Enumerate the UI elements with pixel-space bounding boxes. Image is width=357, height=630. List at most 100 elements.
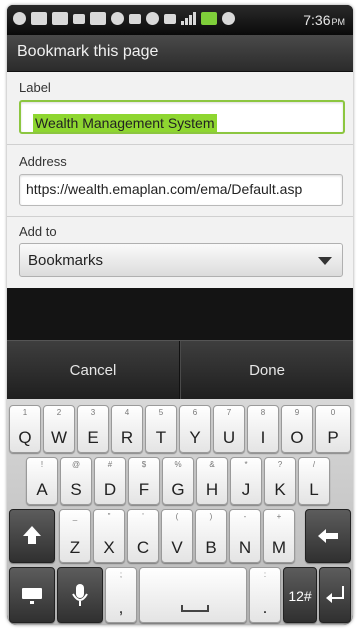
backspace-key[interactable] [305, 509, 351, 563]
key-i[interactable]: 8I [247, 405, 279, 453]
key-s[interactable]: @ S [60, 457, 92, 505]
key-label: I [260, 428, 266, 447]
key-hint: _ [72, 512, 78, 521]
key-hint: ; [119, 570, 123, 579]
key-c[interactable]: ' C [127, 509, 159, 563]
key-hint: % [174, 460, 182, 469]
key-label: V [171, 538, 183, 557]
key-x[interactable]: " X [93, 509, 125, 563]
key-label: D [103, 480, 117, 499]
addto-select[interactable]: Bookmarks [19, 243, 343, 277]
key-hint: * [244, 460, 248, 469]
battery-icon [201, 12, 217, 25]
key-e[interactable]: 3E [77, 405, 109, 453]
3g-icon [164, 13, 176, 24]
key-n[interactable]: -N [229, 509, 261, 563]
gps-icon [146, 12, 159, 25]
clock-ampm: PM [331, 17, 346, 27]
key-a[interactable]: ! A [26, 457, 58, 505]
label-caption: Label [19, 80, 51, 95]
status-bar: 7:36PM [7, 5, 353, 35]
space-key[interactable] [139, 567, 247, 623]
key-r[interactable]: 4R [111, 405, 143, 453]
keyboard-settings-key[interactable] [9, 567, 55, 623]
key-y[interactable]: 6Y [179, 405, 211, 453]
shift-key[interactable] [9, 509, 55, 563]
enter-key[interactable] [319, 567, 351, 623]
key-label: , [118, 598, 124, 617]
key-p[interactable]: 0P [315, 405, 351, 453]
key-hint: ? [277, 460, 283, 469]
key-hint: 1 [22, 408, 28, 417]
key-hint: $ [141, 460, 147, 469]
key-hint: " [107, 512, 111, 521]
key-h[interactable]: & H [196, 457, 228, 505]
microphone-key[interactable] [57, 567, 103, 623]
key-period[interactable]: :. [249, 567, 281, 623]
key-label: S [70, 480, 82, 499]
key-hint: 9 [294, 408, 300, 417]
key-m[interactable]: + M [263, 509, 295, 563]
key-label: 12# [288, 588, 312, 604]
key-label: P [327, 428, 339, 447]
voicemail-icon [73, 13, 85, 24]
key-label: U [222, 428, 236, 447]
clock-time: 7:36 [303, 12, 331, 28]
key-label: B [205, 538, 217, 557]
key-hint: 2 [56, 408, 62, 417]
key-l[interactable]: / L [298, 457, 330, 505]
key-label: W [50, 428, 68, 447]
done-button[interactable]: Done [180, 341, 353, 399]
key-label: X [103, 538, 115, 557]
label-value: Wealth Management System [33, 114, 217, 132]
key-g[interactable]: % G [162, 457, 194, 505]
key-label: M [271, 538, 287, 557]
key-hint: ( [175, 512, 179, 521]
key-label: H [205, 480, 219, 499]
divider [7, 216, 353, 217]
soft-keyboard: 1Q 2W 3E 4R 5T 6Y 7U 8I 9O 0P ! A @ S # D $… [7, 399, 353, 625]
message-icon [52, 12, 68, 25]
key-label: T [155, 428, 167, 447]
key-hint: : [263, 570, 267, 579]
key-label: Z [69, 538, 81, 557]
key-label: Y [189, 428, 201, 447]
key-q[interactable]: 1Q [9, 405, 41, 453]
alarm-icon [222, 12, 235, 25]
key-hint: @ [71, 460, 81, 469]
key-d[interactable]: # D [94, 457, 126, 505]
address-value: https://wealth.emaplan.com/ema/Default.a… [26, 181, 303, 197]
notification-icon [13, 12, 26, 25]
key-label: . [262, 598, 268, 617]
key-z[interactable]: _ Z [59, 509, 91, 563]
key-hint: & [209, 460, 215, 469]
key-u[interactable]: 7U [213, 405, 245, 453]
key-comma[interactable]: ;, [105, 567, 137, 623]
signal-icon [181, 12, 196, 25]
key-k[interactable]: ? K [264, 457, 296, 505]
key-v[interactable]: (V [161, 509, 193, 563]
cancel-button[interactable]: Cancel [7, 341, 180, 399]
key-w[interactable]: 2W [43, 405, 75, 453]
chevron-down-icon [318, 257, 332, 265]
key-label: L [309, 480, 319, 499]
dialog-title: Bookmark this page [17, 43, 159, 60]
key-label: G [171, 480, 185, 499]
status-icons [13, 12, 235, 25]
key-j[interactable]: * J [230, 457, 262, 505]
image-icon [90, 12, 106, 25]
microphone-icon [72, 584, 88, 606]
dialog-spacer [7, 288, 353, 340]
dialog-buttons: Cancel Done [7, 340, 353, 399]
key-b[interactable]: ) B [195, 509, 227, 563]
keyboard-icon [22, 588, 42, 604]
key-o[interactable]: 9O [281, 405, 313, 453]
symbols-key[interactable]: 12# [283, 567, 317, 623]
key-f[interactable]: $ F [128, 457, 160, 505]
address-input[interactable]: https://wealth.emaplan.com/ema/Default.a… [19, 174, 343, 206]
key-t[interactable]: 5T [145, 405, 177, 453]
key-label: C [136, 538, 150, 557]
key-hint: # [107, 460, 113, 469]
label-input[interactable]: Wealth Management System [19, 100, 345, 134]
addto-caption: Add to [19, 224, 57, 239]
